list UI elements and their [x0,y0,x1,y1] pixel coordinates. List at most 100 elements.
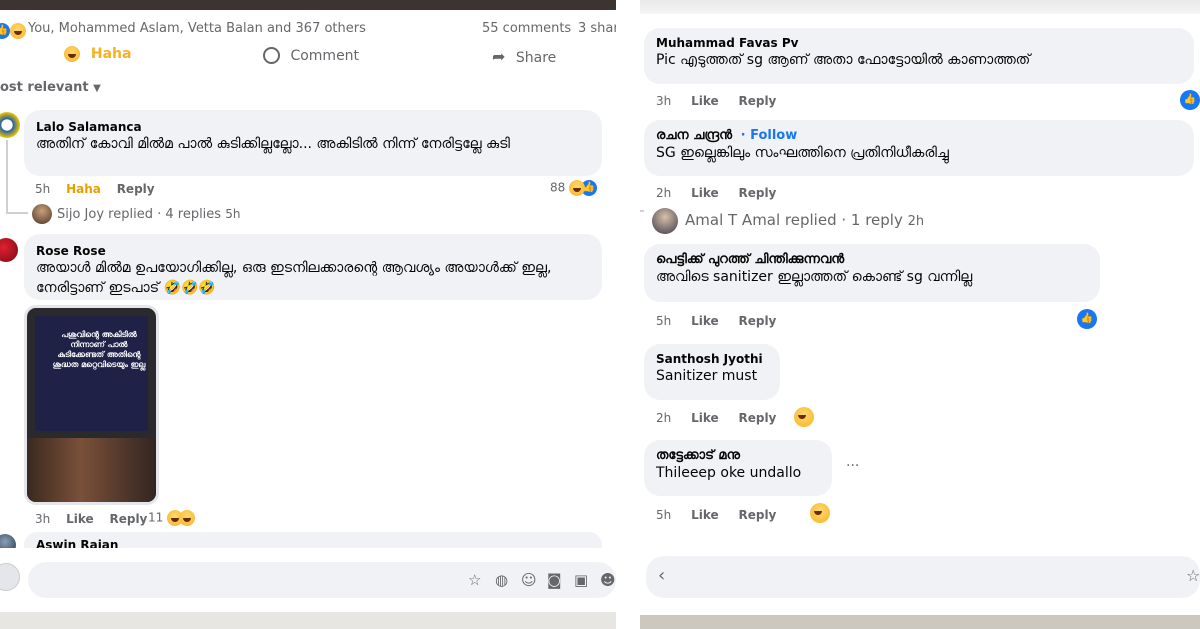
reactions-summary[interactable]: You, Mohammed Aslam, Vetta Balan and 367… [28,21,366,36]
comment-meta-santhosh: 2h Like Reply [656,411,776,425]
reply-link[interactable]: Reply [738,314,776,328]
like-link[interactable]: Like [691,411,719,425]
comment-author-name[interactable]: തട്ടേക്കാട് മനു [656,448,820,463]
top-edge [640,0,1200,14]
comment-bubble-rachana: രചന ചന്ദ്രൻ · Follow SG ഇല്ലെങ്കിലും സംഘ… [644,120,1194,176]
replies-time: 5h [225,207,241,221]
avatar-lalo[interactable] [0,112,20,138]
comment-bubble-icon [263,47,280,64]
comment-author-name[interactable]: Rose Rose [36,244,590,258]
like-link[interactable]: Like [66,512,94,526]
reaction-count-rose[interactable]: 11 [148,510,196,526]
panel-gap [616,0,640,629]
comment-meta-rachana: 2h Like Reply [656,186,776,200]
sticker-face-icon[interactable]: ☻ [600,571,616,589]
sticker-icon[interactable]: ◍ [495,571,508,589]
replies-line: Amal T Amal replied · 1 reply [685,211,903,229]
comment-action-label: Comment [290,47,360,64]
camera-icon[interactable]: ◙ [547,571,562,589]
comment-text: Sanitizer must [656,368,758,384]
avatar-rose[interactable] [0,238,18,262]
comment-author-name[interactable]: Muhammad Favas Pv [656,36,1182,50]
chevron-left-icon[interactable]: ‹ [658,565,665,586]
top-edge [0,0,616,10]
haha-icon [64,46,80,62]
comment-author-name[interactable]: പെട്ടിക്ക് പുറത്ത് ചിന്തിക്കുന്നവൻ [656,252,1088,267]
shares-count[interactable]: 3 shar [578,21,616,36]
comments-count[interactable]: 55 comments [482,21,571,36]
comment-author-row: രചന ചന്ദ്രൻ · Follow [656,128,1182,143]
avatar-sijo[interactable] [32,204,52,224]
like-link[interactable]: Like [691,314,719,328]
haha-icon [179,510,196,526]
view-replies-link[interactable]: Amal T Amal replied · 1 reply 2h [685,211,924,229]
haha-action-button[interactable]: Haha [64,46,131,62]
like-link[interactable]: Like [691,94,719,108]
more-options-icon[interactable]: ··· [846,458,859,474]
comment-time[interactable]: 3h [35,512,50,526]
gif-icon[interactable]: ▣ [574,571,588,589]
sort-label: ost relevant [0,80,89,95]
reply-link[interactable]: Reply [738,186,776,200]
share-action-label: Share [515,50,557,66]
caret-down-icon: ▼ [93,83,101,94]
reply-link[interactable]: Reply [738,508,776,522]
comment-time[interactable]: 5h [656,508,671,522]
haha-reaction-icon [10,22,26,39]
attached-image[interactable]: പശുവിന്റെ അകിടിൽ നിന്നാണ് പാൽ കുടിക്കേണ്… [24,305,159,505]
poster-graphic: പശുവിന്റെ അകിടിൽ നിന്നാണ് പാൽ കുടിക്കേണ്… [35,316,148,431]
comment-text: Pic എടുത്തത് sg ആണ് അതാ ഫോട്ടോയിൽ കാണാത്… [656,52,1031,68]
avatar-sticker-icon[interactable]: ☆ [468,571,481,589]
like-link[interactable]: Like [691,508,719,522]
emoji-icon[interactable]: ☺ [521,571,537,589]
comment-time[interactable]: 5h [656,314,671,328]
view-replies-link[interactable]: Sijo Joy replied · 4 replies 5h [57,207,240,222]
thread-line [6,140,8,214]
reaction-count: 88 [550,180,566,195]
thread-line-branch [640,210,644,212]
avatar-amal[interactable] [652,208,678,234]
comment-bubble-lalo: Lalo Salamanca അതിന് കോവി മിൽമ പാൽ കുടിക… [24,110,602,176]
thread-line-branch [6,212,28,214]
like-reaction-icon[interactable]: 👍 [1180,90,1200,110]
comment-author-name[interactable]: Lalo Salamanca [36,120,590,134]
comment-text: അയാൾ മിൽമ ഉപയോഗിക്കില്ല, ഒരു ഇടനിലക്കാരന… [36,260,552,296]
comment-time[interactable]: 2h [656,411,671,425]
haha-reaction-link[interactable]: Haha [66,182,101,196]
comment-input[interactable]: ‹ ☆ [646,556,1200,598]
comment-author-name[interactable]: രചന ചന്ദ്രൻ [656,128,732,143]
reply-link[interactable]: Reply [738,411,776,425]
reaction-count-lalo[interactable]: 88 👍 [550,180,598,196]
haha-reaction-icon[interactable] [794,407,814,427]
sticker-icon[interactable]: ☆ [1186,566,1200,585]
comment-text: SG ഇല്ലെങ്കിലും സംഘത്തിനെ പ്രതിനിധീകരിച്… [656,145,949,161]
comment-bubble-pettikku: പെട്ടിക്ക് പുറത്ത് ചിന്തിക്കുന്നവൻ അവിടെ… [644,244,1100,302]
comment-bubble-favas: Muhammad Favas Pv Pic എടുത്തത് sg ആണ് അത… [644,28,1194,84]
comment-text: അതിന് കോവി മിൽമ പാൽ കുടിക്കില്ലല്ലോ... അ… [36,136,510,152]
haha-icon [569,180,586,196]
comment-meta-rose: 3h Like Reply [35,512,147,526]
haha-reaction-icon[interactable] [810,503,830,523]
like-reaction-icon: 👍 [0,22,10,39]
like-reaction-icon[interactable]: 👍 [1077,309,1097,329]
comment-meta-pettikku: 5h Like Reply [656,314,776,328]
reaction-count: 11 [148,510,164,525]
replies-time: 2h [907,214,925,229]
comment-time[interactable]: 5h [35,182,50,196]
reply-link[interactable]: Reply [117,182,155,196]
follow-link[interactable]: · Follow [741,128,798,143]
reply-link[interactable]: Reply [738,94,776,108]
left-comments-panel: 👍 You, Mohammed Aslam, Vetta Balan and 3… [0,0,616,629]
reply-link[interactable]: Reply [109,512,147,526]
share-action-button[interactable]: ➦ Share [492,47,556,66]
poster-text: പശുവിന്റെ അകിടിൽ നിന്നാണ് പാൽ കുടിക്കേണ്… [52,330,146,369]
like-link[interactable]: Like [691,186,719,200]
comment-meta-manu: 5h Like Reply [656,508,776,522]
comment-meta-favas: 3h Like Reply [656,94,776,108]
comment-time[interactable]: 2h [656,186,671,200]
comment-action-button[interactable]: Comment [263,47,359,64]
comment-meta-lalo: 5h Haha Reply [35,182,155,196]
comment-author-name[interactable]: Santhosh Jyothi [656,352,768,366]
sort-dropdown[interactable]: ost relevant ▼ [0,80,101,95]
comment-time[interactable]: 3h [656,94,671,108]
